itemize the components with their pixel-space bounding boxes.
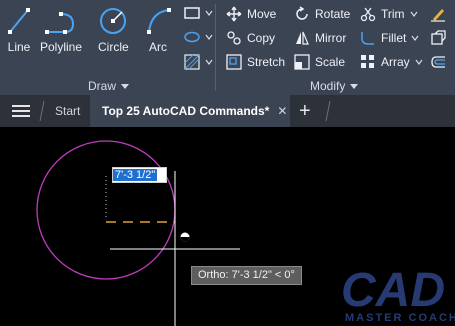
offset-icon — [431, 56, 445, 68]
circle-tool-label: Circle — [98, 40, 129, 54]
ribbon: Line Polyline Circle Arc Draw Move Rotat… — [0, 0, 455, 95]
chevron-down-icon — [410, 11, 418, 17]
rotate-icon — [296, 6, 308, 20]
fillet-icon — [361, 32, 374, 45]
tab-document-active[interactable]: Top 25 AutoCAD Commands* ✕ — [90, 95, 290, 127]
hatch-icon — [184, 54, 200, 70]
copy-icon — [227, 31, 241, 45]
tracking-marker-icon — [180, 232, 190, 242]
line-tool-label: Line — [7, 40, 31, 54]
drawing-canvas[interactable]: CAD MASTER COACH 7'-3 1/2" Ortho: 7'-3 1… — [0, 127, 455, 326]
ellipse-tool-button[interactable] — [184, 30, 213, 44]
erase-tool-button[interactable] — [430, 6, 446, 22]
ortho-tooltip: Ortho: 7'-3 1/2" < 0° — [191, 266, 302, 285]
scale-tool-label: Scale — [315, 55, 346, 69]
move-tool-button[interactable]: Move — [226, 6, 276, 22]
rectangle-tool-button[interactable] — [184, 6, 213, 20]
explode-tool-button[interactable] — [430, 30, 446, 46]
trim-tool-button[interactable]: Trim — [360, 6, 418, 22]
tab-start-label: Start — [55, 104, 81, 118]
array-tool-label: Array — [381, 55, 410, 69]
mirror-tool-button[interactable]: Mirror — [294, 30, 346, 46]
document-tab-bar: Start Top 25 AutoCAD Commands* ✕ + — [0, 95, 455, 127]
rotate-tool-label: Rotate — [315, 7, 351, 21]
scale-icon — [294, 54, 310, 70]
circle-tool-button[interactable]: Circle — [98, 6, 129, 54]
hamburger-menu-icon — [12, 105, 30, 117]
array-icon — [361, 55, 374, 68]
eraser-icon — [431, 9, 445, 22]
polyline-tool-label: Polyline — [40, 40, 83, 54]
menu-button[interactable] — [10, 95, 32, 127]
fillet-tool-label: Fillet — [381, 31, 407, 45]
polyline-tool-button[interactable]: Polyline — [40, 6, 82, 54]
arc-tool-label: Arc — [149, 40, 167, 54]
move-icon — [226, 6, 242, 22]
scale-tool-button[interactable]: Scale — [294, 54, 345, 70]
mirror-icon — [296, 31, 309, 45]
draw-panel-label: Draw — [88, 79, 117, 93]
explode-icon — [431, 30, 446, 45]
tab-start[interactable]: Start — [55, 95, 80, 127]
chevron-down-icon — [121, 83, 130, 89]
copy-tool-button[interactable]: Copy — [226, 30, 275, 46]
hatch-tool-button[interactable] — [184, 54, 213, 70]
line-icon — [8, 8, 30, 34]
drawn-circle — [36, 140, 176, 280]
ellipse-icon — [184, 31, 200, 43]
copy-tool-label: Copy — [247, 31, 276, 45]
modify-panel-title[interactable]: Modify — [310, 79, 359, 93]
chevron-down-icon — [205, 34, 213, 40]
new-tab-button[interactable]: + — [299, 95, 311, 127]
fillet-tool-button[interactable]: Fillet — [360, 30, 419, 46]
watermark-subtitle-text: MASTER COACH — [345, 312, 455, 324]
chevron-down-icon — [411, 35, 419, 41]
chevron-down-icon — [415, 59, 423, 65]
offset-tool-button[interactable] — [430, 54, 446, 70]
tab-document-label: Top 25 AutoCAD Commands* — [102, 104, 270, 118]
rotate-tool-button[interactable]: Rotate — [294, 6, 350, 22]
tab-separator — [325, 101, 331, 121]
polyline-icon — [45, 12, 75, 34]
mirror-tool-label: Mirror — [315, 31, 347, 45]
panel-divider — [215, 4, 216, 91]
dynamic-input-field[interactable]: 7'-3 1/2" — [112, 167, 167, 183]
array-tool-button[interactable]: Array — [360, 54, 423, 70]
trim-icon — [360, 7, 376, 22]
stretch-tool-button[interactable]: Stretch — [226, 54, 285, 70]
tab-separator — [39, 101, 45, 121]
rectangle-icon — [184, 7, 200, 19]
move-tool-label: Move — [247, 7, 277, 21]
arc-icon — [147, 8, 171, 34]
watermark-cad-text: CAD — [341, 264, 445, 317]
draw-panel-title[interactable]: Draw — [88, 79, 130, 93]
close-tab-icon[interactable]: ✕ — [277, 104, 287, 118]
arc-tool-button[interactable]: Arc — [143, 6, 173, 54]
cad-master-coach-logo: CAD MASTER COACH — [341, 264, 455, 324]
drawing-area: CAD MASTER COACH — [36, 140, 455, 326]
chevron-down-icon — [350, 83, 359, 89]
stretch-icon — [226, 54, 242, 70]
trim-tool-label: Trim — [381, 7, 405, 21]
chevron-down-icon — [205, 59, 213, 65]
line-tool-button[interactable]: Line — [6, 6, 32, 54]
dynamic-input-value: 7'-3 1/2" — [113, 169, 158, 181]
stretch-tool-label: Stretch — [247, 55, 286, 69]
circle-icon — [100, 8, 127, 34]
chevron-down-icon — [205, 10, 213, 16]
modify-panel-label: Modify — [310, 79, 346, 93]
